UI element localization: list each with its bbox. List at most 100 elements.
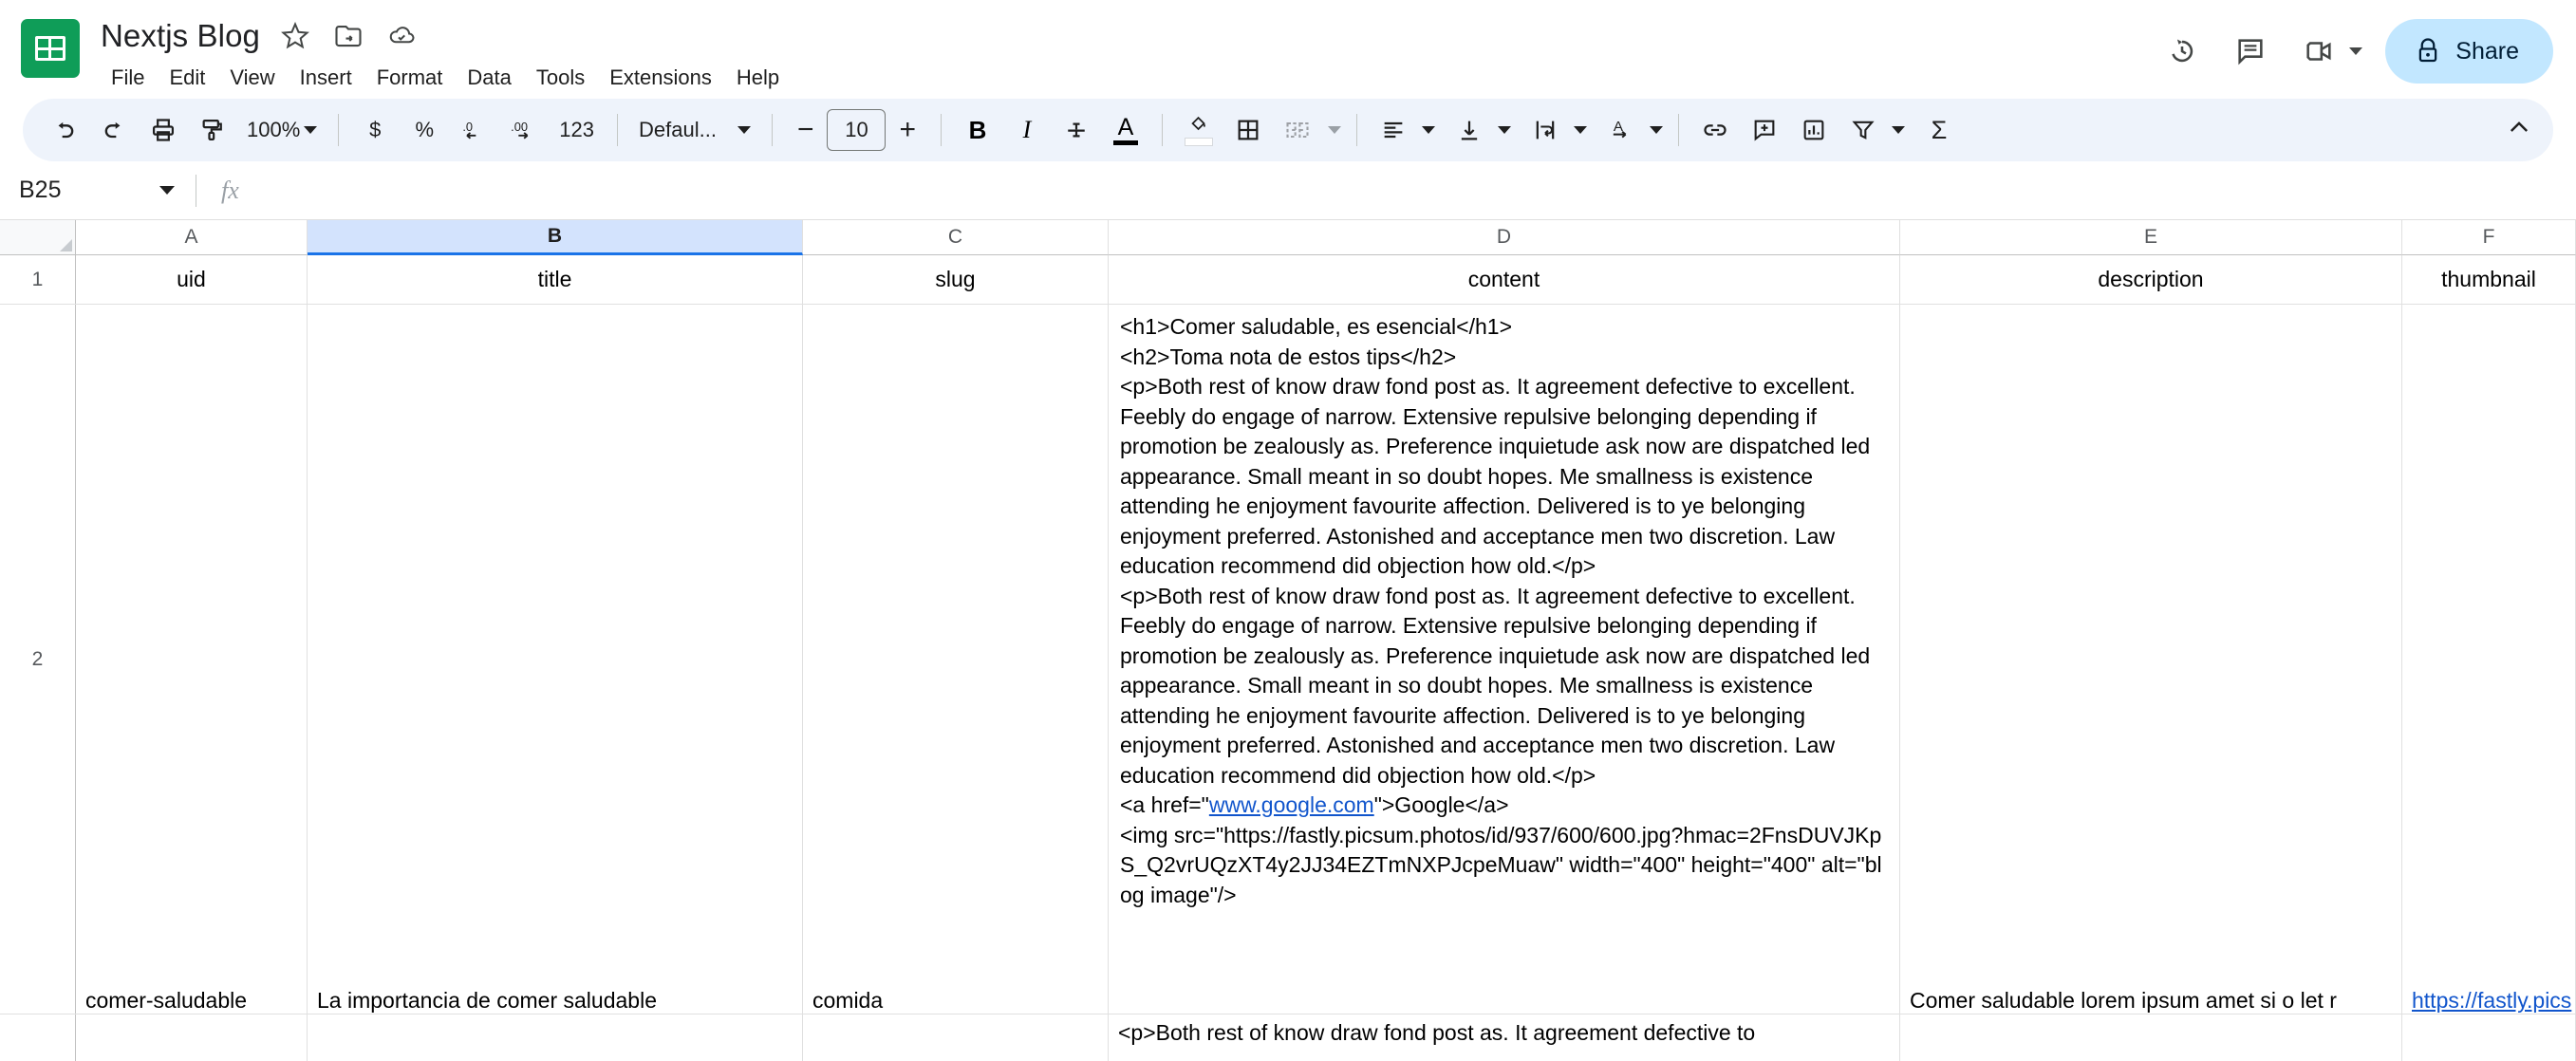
fill-color-icon[interactable] (1174, 105, 1223, 155)
formula-bar: B25 fx (0, 161, 2576, 220)
toolbar-divider (771, 114, 773, 146)
cell-c2[interactable]: comida (803, 305, 1109, 1014)
name-box[interactable]: B25 (19, 177, 180, 204)
column-header-b[interactable]: B (308, 220, 803, 255)
text-color-button[interactable]: A (1101, 105, 1150, 155)
cell-d2[interactable]: <h1>Comer saludable, es esencial</h1> <h… (1109, 305, 1900, 1014)
text-rotation-icon[interactable]: A (1596, 105, 1646, 155)
toolbar-divider (1356, 114, 1357, 146)
chevron-down-icon[interactable] (1328, 126, 1341, 134)
row-header-1[interactable]: 1 (0, 255, 76, 304)
row-header-3[interactable] (0, 1014, 76, 1061)
print-icon[interactable] (139, 105, 188, 155)
cell-f2[interactable]: https://fastly.pics (2402, 305, 2576, 1014)
column-header-row: A B C D E F (0, 220, 2576, 255)
menu-format[interactable]: Format (364, 61, 456, 95)
table-row: <p>Both rest of know draw fond post as. … (0, 1014, 2576, 1061)
column-header-e[interactable]: E (1900, 220, 2402, 255)
cell-a3[interactable] (76, 1014, 308, 1061)
toolbar-wrapper: 100% $ % .0 .00 123 Defaul... − 10 + B I (0, 99, 2576, 161)
svg-text:.00: .00 (511, 120, 528, 134)
row-header-2[interactable]: 2 (0, 305, 76, 1014)
cell-d2-line-1: <h1>Comer saludable, es esencial</h1> (1120, 314, 1513, 339)
cell-c1[interactable]: slug (803, 255, 1109, 304)
merge-cells-icon[interactable] (1273, 105, 1322, 155)
horizontal-align-icon[interactable] (1369, 105, 1418, 155)
toolbar-divider (1678, 114, 1679, 146)
italic-button[interactable]: I (1002, 105, 1052, 155)
redo-icon[interactable] (89, 105, 139, 155)
currency-format-button[interactable]: $ (350, 105, 400, 155)
chevron-down-icon[interactable] (1498, 126, 1511, 134)
filter-icon[interactable] (1839, 105, 1888, 155)
cell-d3[interactable]: <p>Both rest of know draw fond post as. … (1109, 1014, 1900, 1061)
cell-d1[interactable]: content (1109, 255, 1900, 304)
undo-icon[interactable] (40, 105, 89, 155)
cell-e2[interactable]: Comer saludable lorem ipsum amet si o le… (1900, 305, 2402, 1014)
cell-f1[interactable]: thumbnail (2402, 255, 2576, 304)
cell-d2-line-2: <h2>Toma nota de estos tips</h2> (1120, 344, 1457, 369)
zoom-control[interactable]: 100% (237, 118, 327, 142)
menu-file[interactable]: File (99, 61, 157, 95)
cell-b2[interactable]: La importancia de comer saludable (308, 305, 803, 1014)
chevron-down-icon[interactable] (1422, 126, 1435, 134)
top-right-actions: Share (2148, 17, 2553, 85)
column-header-c[interactable]: C (803, 220, 1109, 255)
cell-e1[interactable]: description (1900, 255, 2402, 304)
borders-icon[interactable] (1223, 105, 1273, 155)
share-button[interactable]: Share (2385, 19, 2553, 84)
meet-group[interactable] (2285, 17, 2372, 85)
cell-a2[interactable]: comer-saludable (76, 305, 308, 1014)
cell-f3[interactable] (2402, 1014, 2576, 1061)
text-wrapping-icon[interactable] (1521, 105, 1570, 155)
cell-b3[interactable] (308, 1014, 803, 1061)
cell-c3[interactable] (803, 1014, 1109, 1061)
percent-format-button[interactable]: % (400, 105, 449, 155)
cell-e3[interactable] (1900, 1014, 2402, 1061)
chevron-down-icon[interactable] (1650, 126, 1663, 134)
decrease-decimal-button[interactable]: .0 (449, 105, 498, 155)
menu-help[interactable]: Help (724, 61, 792, 95)
strikethrough-icon[interactable] (1052, 105, 1101, 155)
insert-chart-icon[interactable] (1789, 105, 1839, 155)
font-family-selector[interactable]: Defaul... (629, 118, 760, 142)
insert-link-icon[interactable] (1690, 105, 1740, 155)
paint-format-icon[interactable] (188, 105, 237, 155)
thumbnail-link[interactable]: https://fastly.pics (2412, 988, 2571, 1014)
collapse-toolbar-icon[interactable] (2506, 115, 2532, 146)
column-header-d[interactable]: D (1109, 220, 1900, 255)
meet-video-icon[interactable] (2285, 17, 2353, 85)
version-history-icon[interactable] (2148, 17, 2216, 85)
vertical-align-icon[interactable] (1445, 105, 1494, 155)
insert-comment-icon[interactable] (1740, 105, 1789, 155)
menu-insert[interactable]: Insert (288, 61, 364, 95)
move-to-folder-icon[interactable] (334, 22, 363, 50)
menu-data[interactable]: Data (455, 61, 523, 95)
cell-b1[interactable]: title (308, 255, 803, 304)
menu-view[interactable]: View (217, 61, 287, 95)
increase-decimal-button[interactable]: .00 (498, 105, 548, 155)
menu-extensions[interactable]: Extensions (597, 61, 724, 95)
column-header-f[interactable]: F (2402, 220, 2576, 255)
font-size-input[interactable]: 10 (827, 109, 887, 151)
decrease-font-size-button[interactable]: − (784, 116, 828, 144)
column-header-a[interactable]: A (76, 220, 308, 255)
bold-button[interactable]: B (953, 105, 1002, 155)
chevron-down-icon[interactable] (1574, 126, 1587, 134)
chevron-down-icon[interactable] (2349, 47, 2363, 55)
document-title[interactable]: Nextjs Blog (101, 18, 260, 54)
cell-a1[interactable]: uid (76, 255, 308, 304)
comment-icon[interactable] (2216, 17, 2285, 85)
more-formats-button[interactable]: 123 (548, 105, 606, 155)
star-icon[interactable] (281, 22, 309, 50)
functions-button[interactable]: Σ (1914, 105, 1964, 155)
chevron-down-icon (737, 126, 751, 134)
increase-font-size-button[interactable]: + (886, 116, 929, 144)
cloud-saved-icon[interactable] (387, 22, 416, 50)
chevron-down-icon[interactable] (1892, 126, 1905, 134)
sheets-logo-icon (21, 19, 80, 78)
select-all-corner[interactable] (0, 220, 76, 255)
menu-tools[interactable]: Tools (524, 61, 597, 95)
menu-edit[interactable]: Edit (157, 61, 217, 95)
google-link[interactable]: www.google.com (1209, 792, 1374, 817)
